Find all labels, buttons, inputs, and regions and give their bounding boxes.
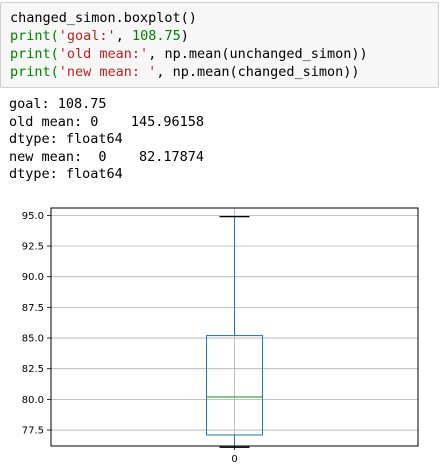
y-tick-label: 80.0 — [22, 395, 44, 406]
code-line-4: print('new mean: ', np.mean(changed_simo… — [10, 63, 360, 81]
y-tick-label: 90.0 — [22, 272, 44, 283]
output-line: dtype: float64 — [9, 131, 123, 148]
y-tick-label: 77.5 — [22, 426, 44, 437]
boxplot-chart: 77.5 80.0 82.5 85.0 87.5 90.0 92.5 95.0 0 — [22, 207, 419, 465]
y-tick-label: 82.5 — [22, 364, 44, 375]
code-token: , np.mean(changed_simon)) — [156, 64, 360, 80]
code-cell[interactable]: changed_simon.boxplot() print('goal:', 1… — [0, 2, 439, 88]
code-token: , np.mean(unchanged_simon)) — [148, 46, 368, 62]
output-line: new mean: 0 82.17874 — [9, 148, 205, 165]
y-tick-label: 92.5 — [22, 242, 44, 253]
output-line: goal: 108.75 — [9, 96, 107, 112]
code-token: print( — [10, 64, 59, 80]
code-token: 'new mean: ' — [58, 64, 157, 80]
output-line: old mean: 0 145.96158 — [9, 113, 205, 130]
y-tick-label: 95.0 — [22, 211, 44, 222]
code-token: , — [115, 28, 132, 44]
cell-output: goal: 108.75 old mean: 0 145.96158 dtype… — [9, 96, 204, 184]
y-tick-label: 87.5 — [22, 303, 44, 314]
code-token: 'old mean:' — [58, 46, 149, 62]
y-tick-label: 85.0 — [22, 334, 44, 345]
code-token: print( — [10, 28, 59, 44]
code-token: 'goal:' — [58, 28, 116, 44]
code-line-3: print('old mean:', np.mean(unchanged_sim… — [10, 45, 368, 63]
x-tick-label: 0 — [231, 454, 237, 465]
code-token: ) — [180, 28, 189, 44]
code-line-2: print('goal:', 108.75) — [10, 27, 189, 45]
output-line: dtype: float64 — [9, 166, 123, 183]
code-token: 108.75 — [131, 28, 181, 44]
code-line-1: changed_simon.boxplot() — [10, 10, 197, 26]
code-token: print( — [10, 46, 59, 62]
